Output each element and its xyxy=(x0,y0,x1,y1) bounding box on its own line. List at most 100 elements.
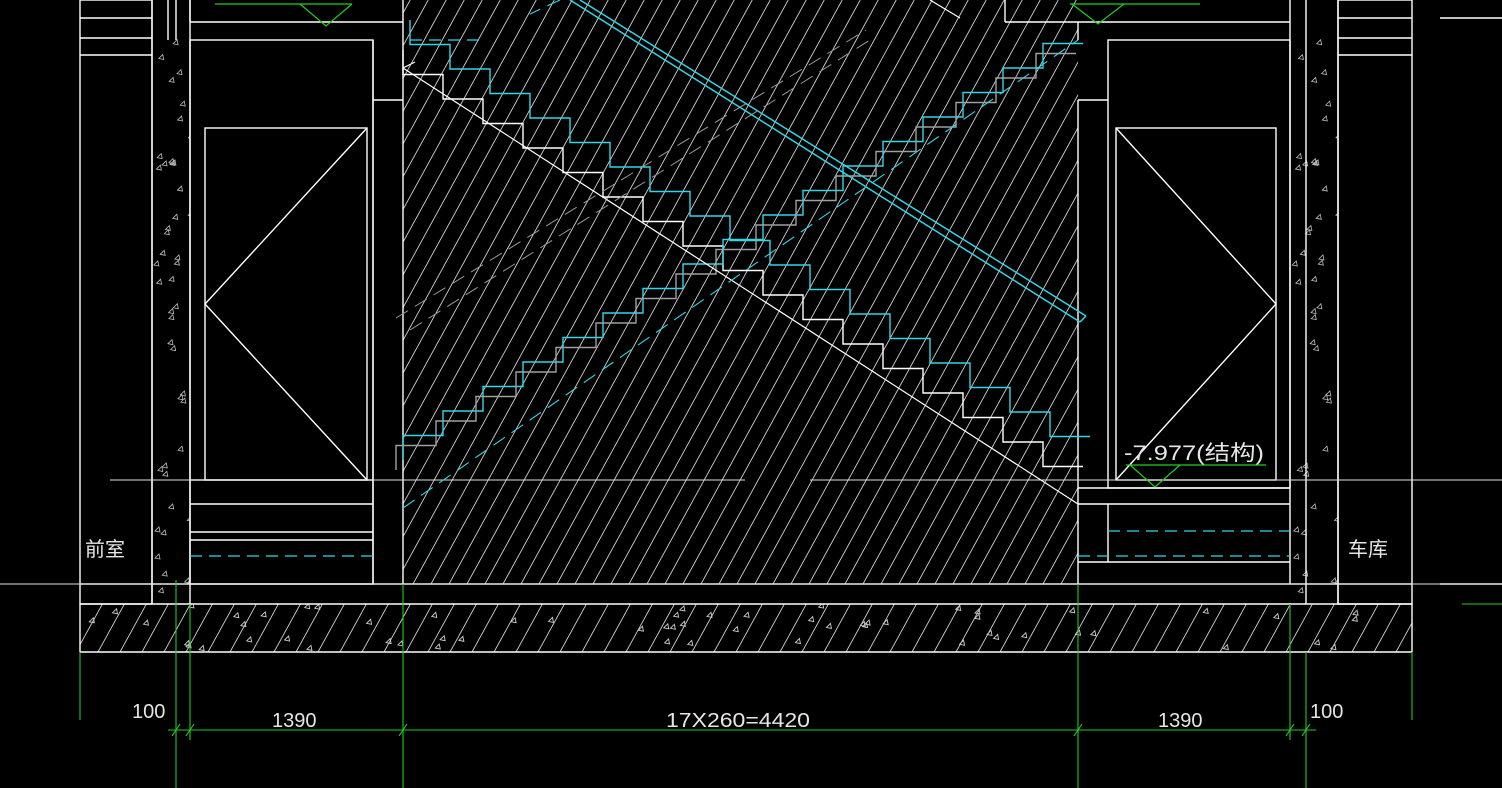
concrete-aggregate-mark xyxy=(159,249,166,256)
hatch-line xyxy=(537,604,565,652)
concrete-aggregate-mark xyxy=(260,610,267,618)
concrete-aggregate-mark xyxy=(161,470,169,477)
concrete-aggregate-mark xyxy=(1292,526,1300,533)
concrete-aggregate-mark xyxy=(1294,278,1302,285)
hatch-line xyxy=(1131,604,1159,652)
hatch-line xyxy=(801,604,829,652)
hatch-line xyxy=(141,604,169,652)
concrete-aggregate-mark xyxy=(152,260,160,267)
concrete-aggregate-mark xyxy=(239,620,247,628)
hatch-line xyxy=(80,604,81,606)
hatch-line xyxy=(405,604,433,652)
hatch-line xyxy=(1109,604,1137,652)
hatch-line xyxy=(427,604,455,652)
concrete-aggregate-mark xyxy=(1315,38,1323,46)
hatch-line xyxy=(1043,604,1071,652)
hatch-line xyxy=(515,604,543,652)
concrete-aggregate-mark xyxy=(547,616,555,623)
hatch-line xyxy=(808,93,1078,584)
hatch-line xyxy=(0,0,158,584)
hatch-line xyxy=(1219,604,1247,652)
hatch-line xyxy=(1395,621,1412,652)
hatch-line xyxy=(844,159,1078,584)
hatch-line xyxy=(403,0,699,538)
concrete-aggregate-mark xyxy=(172,38,179,46)
hatch-line xyxy=(403,0,429,47)
concrete-aggregate-mark xyxy=(743,611,750,618)
dim-flight: 17X260=4420 xyxy=(666,710,810,732)
concrete-aggregate-mark xyxy=(1352,609,1359,616)
hatch-line xyxy=(403,0,573,309)
hatch-line xyxy=(1060,552,1078,584)
dim-right-wall: 100 xyxy=(1310,701,1343,723)
hatch-line xyxy=(1241,0,1502,584)
hatch-line xyxy=(556,0,879,584)
concrete-aggregate-mark xyxy=(156,152,163,160)
concrete-aggregate-mark xyxy=(154,526,161,533)
hatch-line xyxy=(664,0,987,584)
hatch-line xyxy=(1263,604,1291,652)
hatch-line xyxy=(691,604,719,652)
concrete-aggregate-mark xyxy=(179,390,186,397)
concrete-aggregate-mark xyxy=(974,608,981,615)
hatch-line xyxy=(0,0,212,584)
concrete-aggregate-mark xyxy=(187,212,190,216)
concrete-aggregate-mark xyxy=(1296,465,1303,473)
hatch-line xyxy=(1440,604,1466,652)
hatch-line xyxy=(1373,604,1401,652)
concrete-aggregate-mark xyxy=(171,213,179,220)
hatch-line xyxy=(0,0,176,584)
concrete-aggregate-mark xyxy=(1320,68,1328,76)
hatch-line xyxy=(1385,0,1502,584)
left-outer-wall xyxy=(79,0,153,605)
concrete-aggregate-mark xyxy=(168,76,175,83)
hatch-line xyxy=(403,0,537,244)
hatch-line xyxy=(229,604,257,652)
hatch-line xyxy=(988,421,1078,584)
concrete-aggregate-mark xyxy=(176,115,184,122)
stair-flight-ascending xyxy=(402,42,1083,460)
dim-right-landing: 1390 xyxy=(1158,710,1203,732)
concrete-aggregate-mark xyxy=(396,639,404,647)
concrete-aggregate-mark xyxy=(1310,313,1317,321)
hatch-line xyxy=(1197,604,1225,652)
stair-flight-descending xyxy=(402,50,1083,468)
hatch-line xyxy=(581,604,609,652)
hatch-line xyxy=(1421,0,1502,584)
hatch-line xyxy=(520,0,843,584)
hatch-line xyxy=(403,0,465,113)
concrete-aggregate-mark xyxy=(306,644,313,651)
concrete-aggregate-mark xyxy=(142,619,150,626)
concrete-aggregate-mark xyxy=(1321,115,1328,122)
concrete-aggregate-mark xyxy=(1310,275,1318,282)
hatch-line xyxy=(625,604,653,652)
concrete-aggregate-mark xyxy=(111,607,119,615)
concrete-aggregate-mark xyxy=(1321,185,1328,192)
concrete-aggregate-mark xyxy=(686,639,694,646)
hatch-line xyxy=(403,0,555,276)
concrete-aggregate-mark xyxy=(177,445,184,452)
concrete-aggregate-mark xyxy=(1317,259,1324,266)
hatch-line xyxy=(1307,604,1335,652)
concrete-aggregate-mark xyxy=(1312,344,1320,352)
hatch-line xyxy=(880,224,1078,584)
concrete-aggregate-mark xyxy=(1310,76,1318,83)
hatch-line xyxy=(1349,0,1502,584)
concrete-aggregate-mark xyxy=(864,619,871,626)
concrete-aggregate-mark xyxy=(1068,606,1076,614)
concrete-aggregate-mark xyxy=(179,100,186,107)
hatch-line xyxy=(97,604,125,652)
hatch-line xyxy=(1493,0,1502,584)
hatch-line xyxy=(754,0,1077,584)
hatch-line xyxy=(71,0,392,584)
hatch-line xyxy=(493,604,521,652)
concrete-aggregate-mark xyxy=(176,185,184,192)
hatch-line xyxy=(1042,519,1078,584)
hatch-line xyxy=(0,0,230,584)
dimension-lines xyxy=(79,580,1502,788)
stair-flight-descending-outline xyxy=(409,20,1090,438)
concrete-aggregate-mark xyxy=(168,313,175,321)
landing-dashed-lines xyxy=(190,39,1290,557)
handrail xyxy=(569,0,1087,323)
hatch-line xyxy=(934,323,1078,584)
